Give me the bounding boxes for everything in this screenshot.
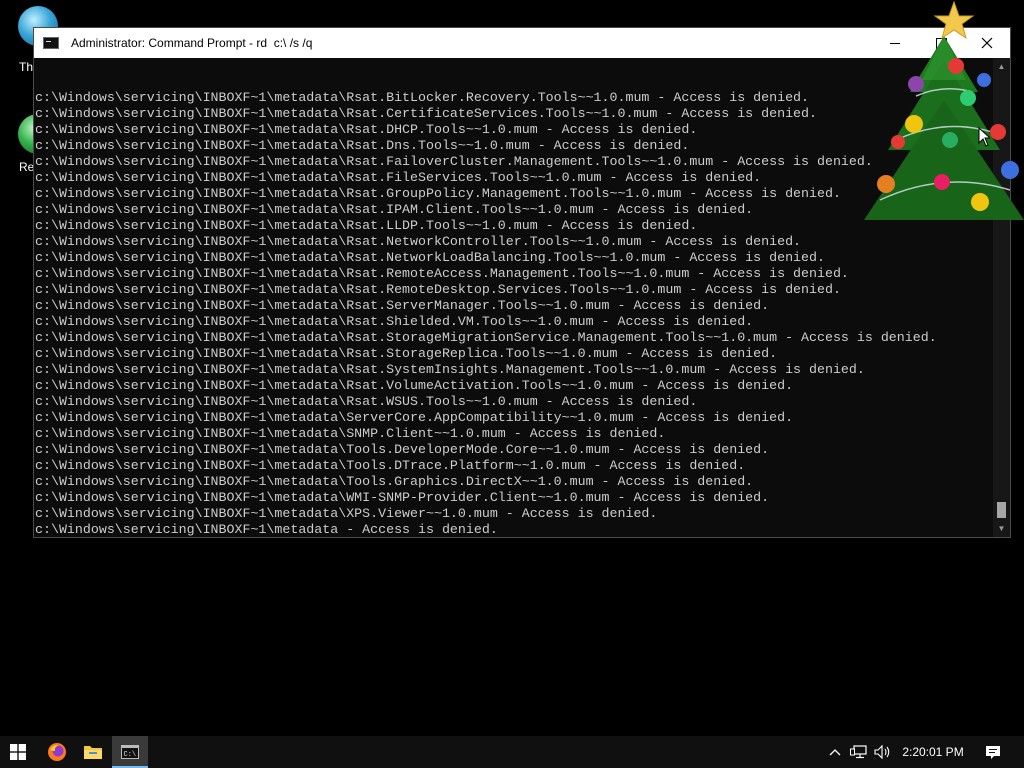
console-line: c:\Windows\servicing\INBOXF~1\metadata\R…: [35, 362, 865, 377]
console-line: c:\Windows\servicing\INBOXF~1\metadata\R…: [35, 106, 817, 121]
console-line: c:\Windows\servicing\INBOXF~1\metadata\R…: [35, 218, 698, 233]
console-app-icon: [43, 37, 59, 49]
scroll-down-button[interactable]: ▼: [993, 520, 1010, 537]
taskbar-firefox-button[interactable]: [39, 736, 75, 768]
console-line: c:\Windows\servicing\INBOXF~1\metadata\R…: [35, 266, 849, 281]
console-line: c:\Windows\servicing\INBOXF~1\metadata\W…: [35, 490, 770, 505]
taskbar: C:\ 2:20:01 PM: [0, 736, 1024, 768]
console-line: c:\Windows\servicing\INBOXF~1\metadata\R…: [35, 282, 841, 297]
console-line: c:\Windows\servicing\INBOXF~1\metadata\R…: [35, 202, 754, 217]
console-line: c:\Windows\servicing\INBOXF~1\metadata\R…: [35, 314, 754, 329]
chevron-up-icon: [829, 749, 841, 756]
window-title: Administrator: Command Prompt - rd c:\ /…: [71, 36, 313, 50]
folder-icon: [84, 746, 102, 759]
desktop: This PC Recycle Bin Administrator: Comma…: [0, 0, 1024, 768]
console-line: c:\Windows\servicing\INBOXF~1\metadata\R…: [35, 170, 762, 185]
console-line: c:\Windows\servicing\INBOXF~1\metadata\R…: [35, 378, 794, 393]
console-line: c:\Windows\servicing\INBOXF~1\metadata\R…: [35, 154, 873, 169]
arrow-down-icon: ▼: [997, 524, 1006, 533]
console-line: c:\Windows\servicing\INBOXF~1\metadata\R…: [35, 298, 770, 313]
network-icon: [850, 745, 867, 759]
console-line: c:\Windows\servicing\INBOXF~1\metadata\R…: [35, 234, 802, 249]
volume-button[interactable]: [872, 736, 894, 768]
console-line: c:\Windows\servicing\INBOXF~1\metadata\S…: [35, 426, 666, 441]
scrollbar-thumb[interactable]: [997, 502, 1006, 518]
taskbar-file-explorer-button[interactable]: [75, 736, 111, 768]
mouse-pointer-icon: [978, 127, 990, 147]
windows-logo-icon: [10, 744, 26, 760]
console-line: c:\Windows\servicing\INBOXF~1\metadata\R…: [35, 250, 825, 265]
console-line: c:\Windows\servicing\INBOXF~1\metadata\R…: [35, 122, 698, 137]
console-line: c:\Windows\servicing\INBOXF~1\metadata\S…: [35, 410, 794, 425]
console-line: c:\Windows\servicing\INBOXF~1\metadata\R…: [35, 90, 810, 105]
console-line: c:\Windows\servicing\INBOXF~1\metadata\T…: [35, 458, 746, 473]
action-center-button[interactable]: [978, 736, 1008, 768]
notification-icon: [986, 745, 1000, 759]
christmas-tree-decoration: [864, 0, 1024, 220]
firefox-icon: [48, 743, 66, 761]
console-line: c:\Windows\servicing\INBOXF~1\metadata\X…: [35, 506, 658, 521]
console-line: c:\Windows\servicing\INBOXF~1\metadata\T…: [35, 474, 754, 489]
show-hidden-icons-button[interactable]: [826, 736, 844, 768]
console-line: c:\Windows\servicing\INBOXF~1\metadata\R…: [35, 186, 841, 201]
svg-text:C:\: C:\: [124, 751, 137, 759]
speaker-icon: [874, 744, 890, 760]
taskbar-command-prompt-button[interactable]: C:\: [112, 736, 148, 768]
console-line: c:\Windows\servicing\INBOXF~1\metadata\R…: [35, 346, 778, 361]
console-app-icon: C:\: [121, 745, 139, 759]
start-button[interactable]: [0, 736, 36, 768]
console-line: c:\Windows\servicing\INBOXF~1\metadata\R…: [35, 138, 690, 153]
console-line: c:\Windows\servicing\INBOXF~1\metadata -…: [35, 522, 498, 537]
taskbar-clock[interactable]: 2:20:01 PM: [898, 736, 968, 768]
console-output[interactable]: c:\Windows\servicing\INBOXF~1\metadata\R…: [35, 58, 993, 537]
clock-time: 2:20:01 PM: [902, 745, 964, 759]
console-lines: c:\Windows\servicing\INBOXF~1\metadata\R…: [35, 90, 993, 537]
console-line: c:\Windows\servicing\INBOXF~1\metadata\R…: [35, 330, 937, 345]
network-status-button[interactable]: [848, 736, 870, 768]
console-line: c:\Windows\servicing\INBOXF~1\metadata\R…: [35, 394, 698, 409]
console-line: c:\Windows\servicing\INBOXF~1\metadata\T…: [35, 442, 770, 457]
